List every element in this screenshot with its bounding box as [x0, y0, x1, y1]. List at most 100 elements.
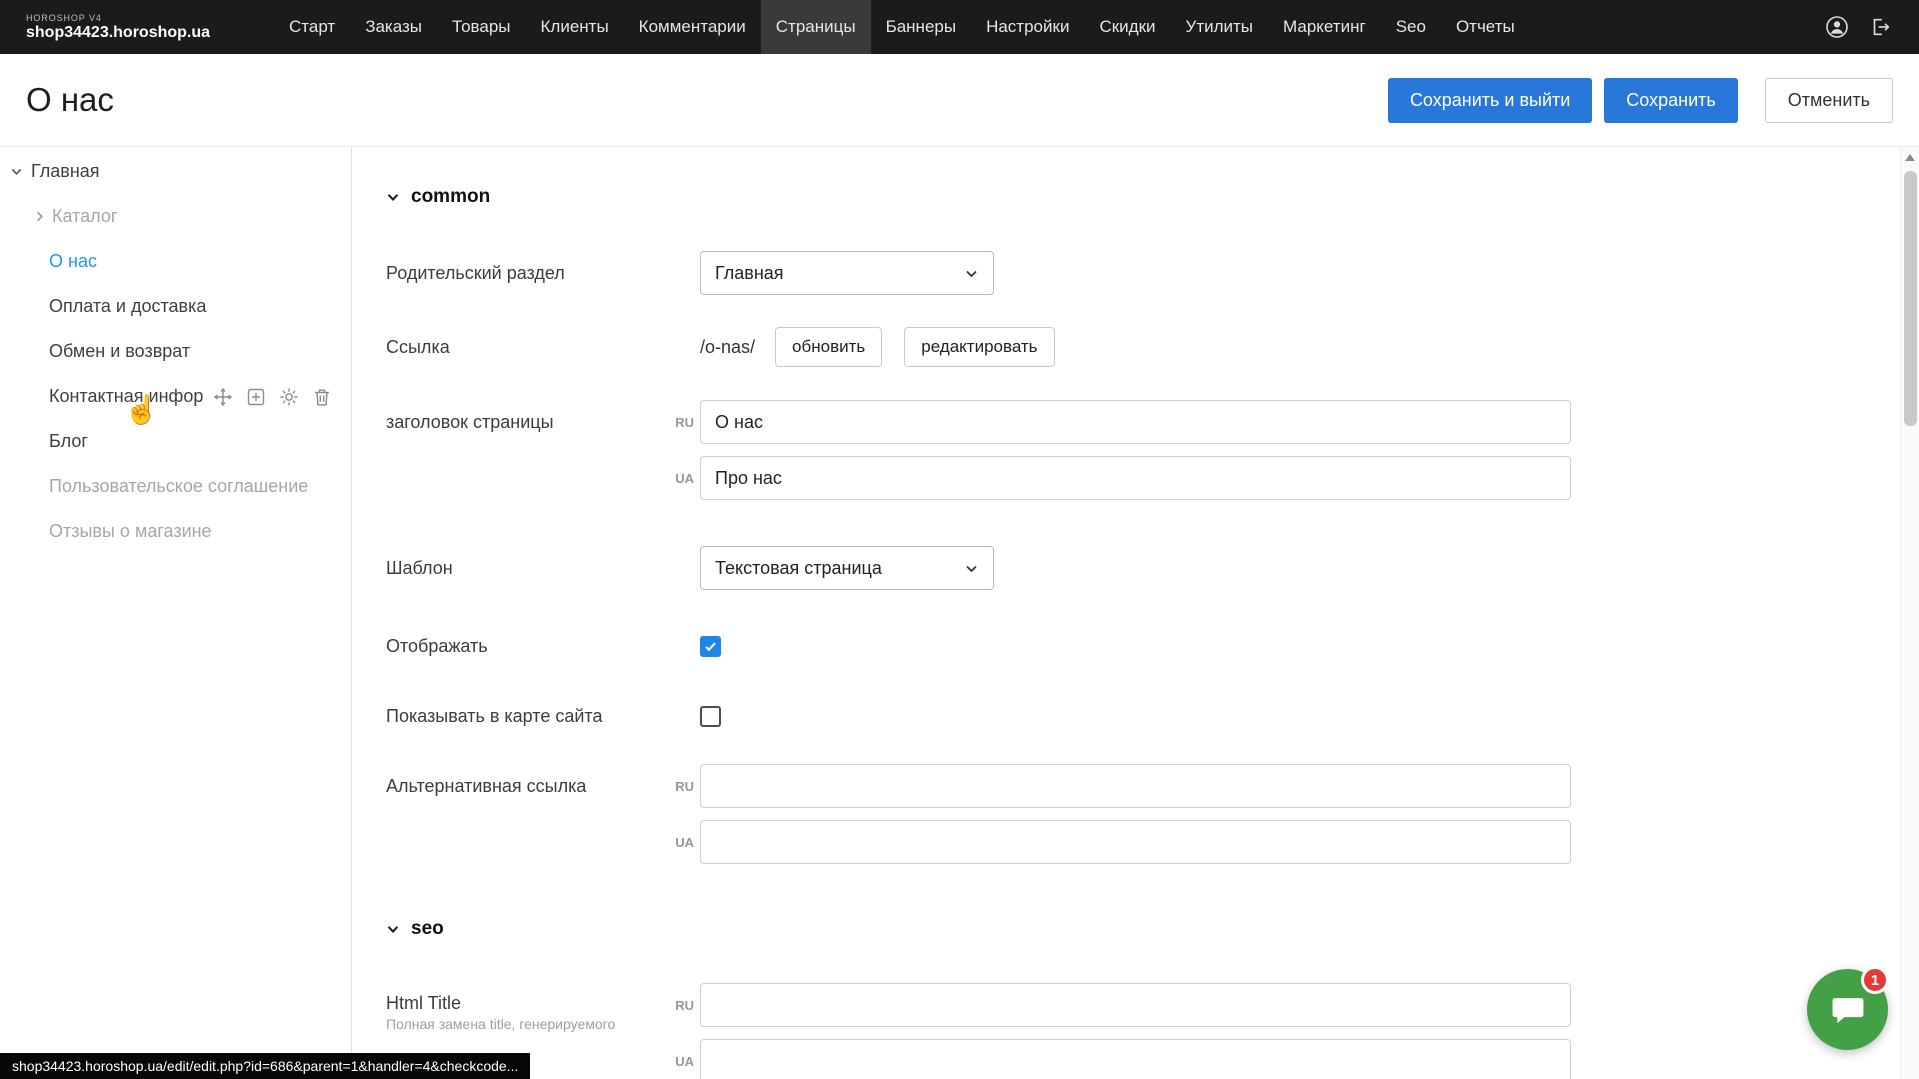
html-title-ru-input[interactable] [700, 983, 1571, 1027]
cancel-button[interactable]: Отменить [1765, 78, 1893, 123]
template-select[interactable]: Текстовая страница [700, 546, 994, 590]
account-icon[interactable] [1825, 15, 1849, 39]
logout-icon[interactable] [1869, 16, 1891, 38]
html-title-ua-input[interactable] [700, 1039, 1571, 1079]
add-page-icon[interactable] [246, 387, 266, 407]
logo-domain: shop34423.horoshop.ua [26, 24, 242, 42]
logo-version: HOROSHOP V4 [26, 13, 242, 23]
page-edit-form: common Родительский раздел Главная Ссылк… [352, 147, 1919, 1079]
link-path: /o-nas/ [700, 337, 755, 358]
tree-item-label: Контактная инфор [49, 386, 203, 407]
delete-icon[interactable] [312, 387, 332, 407]
content-area: Главная Каталог О нас Оплата и доставка … [0, 146, 1919, 1079]
parent-section-row: Родительский раздел Главная [386, 251, 1919, 295]
chevron-down-icon [386, 922, 400, 936]
menu-item-start[interactable]: Старт [274, 0, 350, 54]
section-title: common [411, 186, 490, 208]
tree-item-label: Главная [31, 161, 100, 182]
html-title-label-block: Html Title Полная замена title, генериру… [386, 983, 700, 1033]
chat-launcher-button[interactable]: 1 [1807, 969, 1888, 1050]
navbar-icons [1825, 15, 1919, 39]
alt-link-ru-input[interactable] [700, 764, 1571, 808]
check-icon [704, 640, 717, 653]
page-title-row: заголовок страницы RU UA [386, 400, 1919, 500]
page-title-ru-input[interactable] [700, 400, 1571, 444]
logo[interactable]: HOROSHOP V4 shop34423.horoshop.ua [0, 13, 262, 42]
select-value: Главная [715, 263, 784, 284]
menu-item-reports[interactable]: Отчеты [1441, 0, 1530, 54]
header-actions: Сохранить и выйти Сохранить Отменить [1376, 78, 1893, 123]
tree-item-catalog[interactable]: Каталог [0, 194, 351, 239]
parent-section-select[interactable]: Главная [700, 251, 994, 295]
tree-item-user-agreement[interactable]: Пользовательское соглашение [0, 464, 351, 509]
page-title-ua-input[interactable] [700, 456, 1571, 500]
chat-icon [1829, 991, 1867, 1029]
tree-item-payment-delivery[interactable]: Оплата и доставка [0, 284, 351, 329]
move-icon[interactable] [213, 387, 233, 407]
tree-item-exchange-return[interactable]: Обмен и возврат [0, 329, 351, 374]
menu-item-utilities[interactable]: Утилиты [1171, 0, 1269, 54]
menu-item-settings[interactable]: Настройки [971, 0, 1084, 54]
lang-ru-badge: RU [666, 400, 694, 444]
save-button[interactable]: Сохранить [1604, 78, 1737, 123]
menu-item-clients[interactable]: Клиенты [526, 0, 624, 54]
chevron-down-icon [964, 561, 979, 576]
section-title: seo [411, 918, 444, 940]
parent-section-label: Родительский раздел [386, 263, 700, 284]
lang-ru-badge: RU [666, 764, 694, 808]
select-value: Текстовая страница [715, 558, 882, 579]
chevron-down-icon [964, 266, 979, 281]
lang-ua-badge: UA [666, 820, 694, 864]
chat-unread-badge: 1 [1861, 966, 1889, 994]
link-edit-button[interactable]: редактировать [904, 327, 1054, 367]
tree-item-contact-info[interactable]: Контактная инфор [0, 374, 351, 419]
menu-item-banners[interactable]: Баннеры [871, 0, 972, 54]
template-row: Шаблон Текстовая страница [386, 546, 1919, 590]
link-update-button[interactable]: обновить [775, 327, 882, 367]
html-title-hint: Полная замена title, генерируемого [386, 1016, 700, 1033]
menu-item-orders[interactable]: Заказы [350, 0, 437, 54]
lang-ru-badge: RU [666, 983, 694, 1027]
alt-link-row: Альтернативная ссылка RU UA [386, 764, 1919, 864]
tree-item-store-reviews[interactable]: Отзывы о магазине [0, 509, 351, 554]
template-label: Шаблон [386, 558, 700, 579]
sitemap-checkbox[interactable] [700, 706, 721, 727]
alt-link-ua-input[interactable] [700, 820, 1571, 864]
page-title: О нас [26, 81, 114, 119]
lang-ua-badge: UA [666, 1039, 694, 1079]
html-title-label: Html Title [386, 993, 700, 1014]
tree-item-label: О нас [49, 251, 97, 272]
section-seo-toggle[interactable]: seo [386, 911, 1919, 947]
main-menu: Старт Заказы Товары Клиенты Комментарии … [274, 0, 1530, 54]
page-title-label: заголовок страницы [386, 400, 700, 444]
display-checkbox[interactable] [700, 636, 721, 657]
scrollbar-thumb[interactable] [1904, 171, 1917, 426]
tree-item-about[interactable]: О нас [0, 239, 351, 284]
page-header: О нас Сохранить и выйти Сохранить Отмени… [0, 54, 1919, 146]
menu-item-discounts[interactable]: Скидки [1084, 0, 1170, 54]
vertical-scrollbar[interactable] [1900, 147, 1919, 1079]
tree-item-label: Каталог [52, 206, 117, 227]
tree-item-label: Оплата и доставка [49, 296, 206, 317]
chevron-right-icon [33, 210, 46, 223]
tree-item-actions [213, 387, 332, 407]
menu-item-seo[interactable]: Seo [1381, 0, 1441, 54]
menu-item-pages[interactable]: Страницы [761, 0, 871, 54]
display-label: Отображать [386, 636, 700, 657]
menu-item-marketing[interactable]: Маркетинг [1268, 0, 1381, 54]
html-title-row: Html Title Полная замена title, генериру… [386, 983, 1919, 1079]
link-row: Ссылка /o-nas/ обновить редактировать [386, 327, 1919, 367]
top-navbar: HOROSHOP V4 shop34423.horoshop.ua Старт … [0, 0, 1919, 54]
chevron-down-icon [10, 165, 23, 178]
settings-icon[interactable] [279, 387, 299, 407]
scroll-up-arrow[interactable] [1905, 154, 1915, 161]
tree-item-label: Обмен и возврат [49, 341, 190, 362]
section-common-toggle[interactable]: common [386, 179, 1919, 215]
sitemap-row: Показывать в карте сайта [386, 694, 1919, 738]
save-and-exit-button[interactable]: Сохранить и выйти [1388, 78, 1592, 123]
tree-item-blog[interactable]: Блог [0, 419, 351, 464]
menu-item-products[interactable]: Товары [437, 0, 525, 54]
pages-tree-sidebar: Главная Каталог О нас Оплата и доставка … [0, 147, 352, 1079]
tree-item-root[interactable]: Главная [0, 149, 351, 194]
menu-item-comments[interactable]: Комментарии [624, 0, 761, 54]
